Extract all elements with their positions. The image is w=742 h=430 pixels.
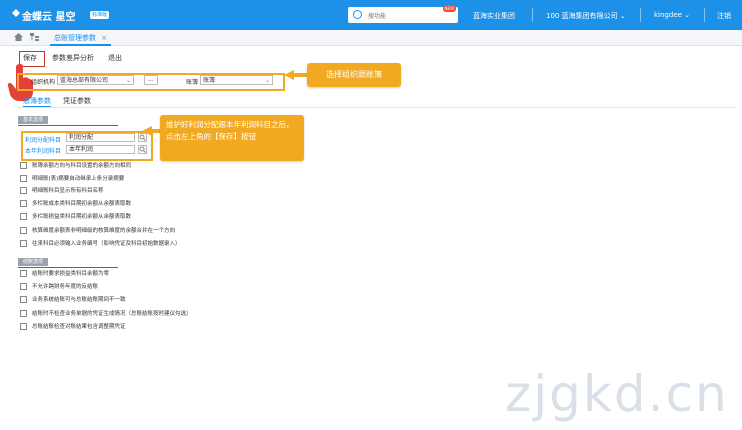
callout-maintain-accounts: 维护好利润分配跟本年利润科目之后，点击左上角的【保存】按钮	[160, 115, 304, 161]
option-no-cross-year[interactable]: 不允许跨财务年度的反结账	[20, 283, 98, 291]
menu-tree-icon[interactable]	[30, 33, 39, 41]
section-closing-options: 结账选项	[18, 258, 49, 266]
current-profit-field[interactable]: 本年利润	[66, 145, 135, 154]
chevron-down-icon: ⌄	[125, 77, 131, 84]
close-icon[interactable]: ×	[101, 34, 107, 42]
checkbox[interactable]	[20, 187, 27, 194]
home-icon[interactable]	[14, 33, 23, 41]
option-pl-zero[interactable]: 结账时要求损益类科目余额为零	[20, 270, 109, 278]
chevron-down-icon: ⌄	[684, 11, 691, 19]
option-skip-voucher-check[interactable]: 结账时不检查业务单据的凭证生成情况（总账结账按时建议勾选）	[20, 310, 192, 318]
search-icon	[139, 146, 146, 153]
option-period-mismatch[interactable]: 业务系统结账可与总账结账期间不一致	[20, 296, 126, 304]
profit-dist-field[interactable]: 利润分配	[66, 133, 135, 142]
new-badge: NEW	[442, 5, 456, 12]
subtab-divider	[17, 107, 737, 108]
checkbox[interactable]	[20, 296, 27, 303]
book-label: 账簿	[186, 79, 199, 86]
global-search[interactable]: NEW	[348, 5, 458, 23]
option-cost-opening[interactable]: 多栏账成本类科目期初余额从余额表取数	[20, 200, 131, 208]
kingdee-logo-icon	[12, 9, 20, 17]
section-rule	[18, 267, 118, 268]
book-select-value: 账簿	[203, 77, 216, 84]
callout-select-org-book: 选择组织跟账簿	[307, 63, 401, 87]
checkbox[interactable]	[20, 283, 27, 290]
checkbox[interactable]	[20, 240, 27, 247]
option-adjust-period[interactable]: 总账结账检查对账结果包含调整期凭证	[20, 323, 126, 331]
divider	[640, 8, 641, 22]
current-profit-lookup[interactable]	[138, 145, 147, 154]
book-select[interactable]: 账簿 ⌄	[200, 75, 273, 85]
checkbox[interactable]	[20, 310, 27, 317]
exit-button[interactable]: 退出	[108, 53, 122, 64]
section-basic-options: 基本选项	[18, 116, 49, 124]
org-label: 组织机构	[31, 79, 56, 86]
tab-label: 总账管理参数	[54, 34, 96, 42]
org-lookup-button[interactable]: ...	[144, 75, 158, 85]
tab-ledger-params[interactable]: 总账管理参数 ×	[50, 32, 112, 46]
option-pl-opening[interactable]: 多栏账损益类科目期初余额从余额表取数	[20, 213, 131, 221]
chevron-down-icon: ⌄	[619, 12, 626, 20]
checkbox[interactable]	[20, 323, 27, 330]
current-profit-label: 本年利润科目	[25, 148, 62, 155]
checkbox[interactable]	[20, 175, 27, 182]
checkbox[interactable]	[20, 213, 27, 220]
user-name: kingdee	[654, 11, 682, 19]
tab-voucher-params[interactable]: 凭证参数	[63, 96, 91, 106]
checkbox[interactable]	[20, 227, 27, 234]
user-dropdown[interactable]: kingdee ⌄	[654, 11, 690, 19]
company-dropdown[interactable]: 100 蓝海集团有限公司 ⌄	[546, 11, 626, 21]
logout-link[interactable]: 注销	[717, 11, 731, 21]
org-group-link[interactable]: 蓝海实业集团	[473, 11, 515, 21]
checkbox[interactable]	[20, 270, 27, 277]
section-rule	[18, 125, 118, 126]
brand-edition-badge: 标准版	[90, 11, 110, 19]
search-input[interactable]	[366, 9, 440, 23]
brand-name: 金蝶云 星空	[22, 12, 76, 23]
callout-arrow-stem	[292, 73, 308, 77]
divider	[704, 8, 705, 22]
org-select-value: 蓝海总部有限公司	[60, 77, 109, 84]
option-balance-direction[interactable]: 账簿余额方向与科目设置的余额方向相同	[20, 162, 131, 170]
search-icon	[353, 10, 362, 19]
param-diff-button[interactable]: 参数差异分析	[52, 53, 94, 64]
company-name: 100 蓝海集团有限公司	[546, 12, 618, 20]
org-select[interactable]: 蓝海总部有限公司 ⌄	[57, 75, 134, 85]
option-inherit-summary[interactable]: 明细账(表)摘要自动继承上条分录摘要	[20, 175, 124, 183]
chevron-down-icon: ⌄	[264, 77, 270, 84]
option-merge-direction[interactable]: 核算维度余额表非明细级的核算维度的余额合并在一个方向	[20, 227, 175, 235]
profit-dist-label: 利润分配科目	[25, 137, 62, 144]
option-show-all-names[interactable]: 明细账科目显示所有科目名称	[20, 187, 104, 195]
checkbox[interactable]	[20, 162, 27, 169]
top-header-bar: 金蝶云 星空 标准版 NEW 蓝海实业集团 100 蓝海集团有限公司 ⌄ kin…	[0, 0, 742, 30]
checkbox[interactable]	[20, 200, 27, 207]
divider	[532, 8, 533, 22]
tab-bar: 总账管理参数 ×	[0, 30, 742, 46]
watermark: zjgkd.cn	[505, 365, 729, 423]
option-business-number[interactable]: 往来科目必须输入业务编号（影响凭证及科目初始数据录入）	[20, 240, 181, 248]
